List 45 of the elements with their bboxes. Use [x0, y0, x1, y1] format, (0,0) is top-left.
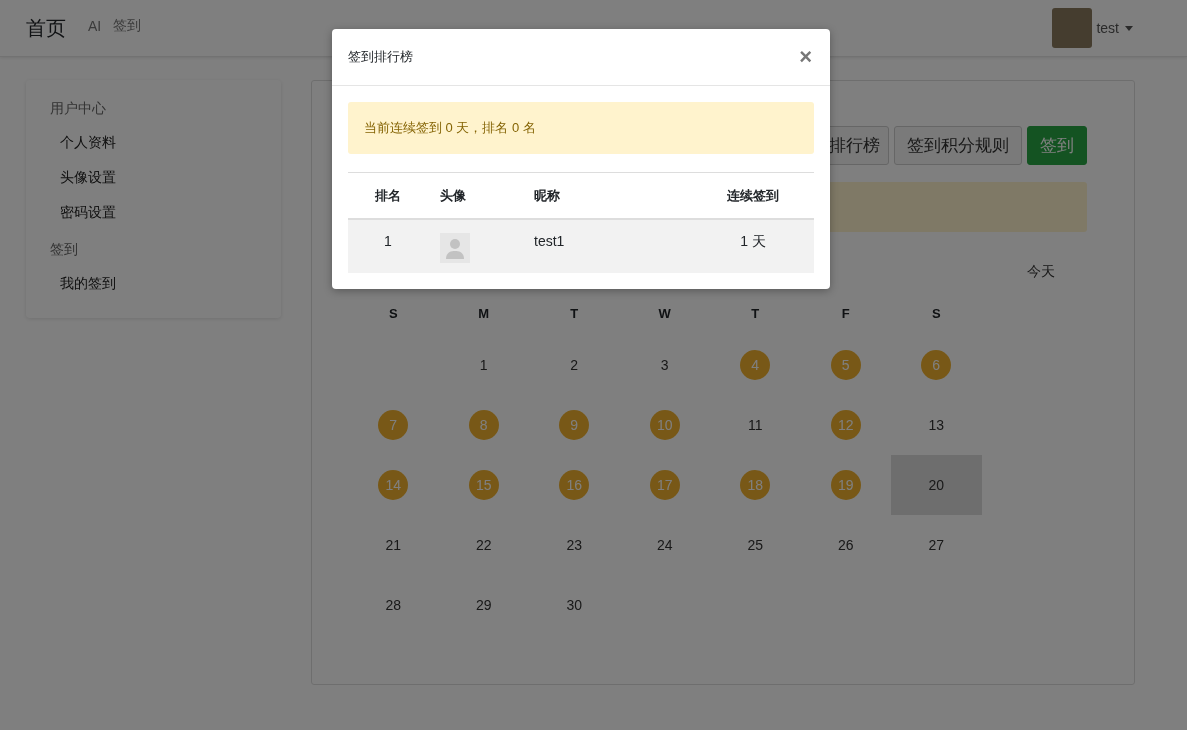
weekday-header: T	[569, 305, 580, 323]
day-cell[interactable]: 2	[529, 335, 620, 395]
sidebar-section-title: 用户中心	[50, 100, 107, 118]
alert-message: 当前连续签到 0 天，排名 0 名	[348, 102, 814, 154]
day-cell[interactable]: 1	[438, 335, 529, 395]
caret-icon	[1125, 25, 1133, 31]
table-cell: 1	[348, 219, 428, 273]
sidebar-item[interactable]: 密码设置	[60, 204, 257, 222]
weekday-header: S	[387, 305, 399, 323]
day-cell[interactable]: 21	[348, 515, 439, 575]
close-button[interactable]: ×	[797, 46, 814, 68]
sidebar-item[interactable]: 个人资料	[60, 134, 257, 152]
day-cell[interactable]: 11	[710, 395, 801, 455]
day-cell[interactable]: 28	[348, 575, 439, 635]
sidebar-section-title: 签到	[50, 241, 79, 259]
day-cell[interactable]: 23	[529, 515, 620, 575]
sidebar-item[interactable]: 我的签到	[60, 275, 257, 293]
weekday-header: S	[930, 305, 942, 323]
today-button[interactable]: 今天	[1021, 262, 1061, 282]
dialog-title: 签到排行榜	[348, 48, 413, 66]
photo-placeholder	[1052, 8, 1093, 48]
user-silhouette-icon	[440, 233, 470, 263]
day-cell[interactable]: 13	[891, 395, 982, 455]
day-cell[interactable]: 27	[891, 515, 982, 575]
day-cell[interactable]: 30	[529, 575, 620, 635]
weekday-header: T	[750, 305, 761, 323]
day-cell[interactable]: 26	[800, 515, 891, 575]
nav-link[interactable]: AI	[88, 18, 102, 34]
day-cell[interactable]: 20	[891, 455, 982, 515]
toolbar-button[interactable]: 签到积分规则	[894, 126, 1022, 165]
toolbar-button[interactable]: 签到	[1027, 126, 1087, 165]
weekday-header: F	[840, 305, 851, 323]
sidebar-item[interactable]: 头像设置	[60, 169, 257, 187]
day-cell[interactable]: 24	[619, 515, 710, 575]
weekday-header: W	[657, 305, 672, 323]
table-cell: 1 天	[692, 219, 814, 273]
table-cell: test1	[519, 219, 692, 273]
user-menu-button[interactable]: test	[1092, 20, 1137, 36]
day-cell[interactable]: 22	[438, 515, 529, 575]
day-cell[interactable]: 3	[619, 335, 710, 395]
brand-link[interactable]: 首页	[26, 14, 66, 42]
nav-link[interactable]: 签到	[113, 17, 142, 35]
day-cell[interactable]: 29	[438, 575, 529, 635]
day-cell[interactable]: 25	[710, 515, 801, 575]
weekday-header: M	[477, 305, 491, 323]
